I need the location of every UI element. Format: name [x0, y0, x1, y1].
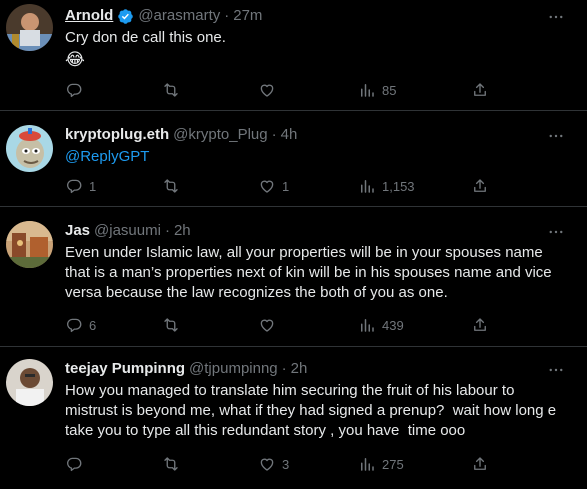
view-count: 439 — [382, 317, 404, 333]
tweet[interactable]: kryptoplug.eth @krypto_Plug · 4h @ReplyG… — [0, 111, 587, 207]
share-button[interactable] — [471, 455, 489, 473]
retweet-icon — [162, 177, 180, 195]
retweet-button[interactable] — [162, 455, 186, 473]
views-button[interactable]: 439 — [358, 316, 404, 334]
tweet[interactable]: Jas @jasuumi · 2h Even under Islamic law… — [0, 207, 587, 347]
avatar[interactable] — [6, 359, 53, 406]
reply-button[interactable]: 6 — [65, 316, 96, 334]
view-count: 275 — [382, 456, 404, 472]
views-button[interactable]: 275 — [358, 455, 404, 473]
like-button[interactable]: 3 — [258, 455, 289, 473]
like-button[interactable] — [258, 316, 282, 334]
separator: · — [224, 7, 230, 24]
retweet-icon — [162, 316, 180, 334]
tweet[interactable]: Arnold @arasmarty · 27m Cry don de call … — [0, 0, 587, 111]
reply-button[interactable] — [65, 81, 89, 99]
author-name[interactable]: Arnold — [65, 6, 113, 26]
retweet-button[interactable] — [162, 316, 186, 334]
reply-button[interactable] — [65, 455, 89, 473]
share-icon — [471, 177, 489, 195]
retweet-button[interactable] — [162, 177, 186, 195]
author-handle[interactable]: @jasuumi — [94, 221, 161, 241]
like-icon — [258, 455, 276, 473]
views-icon — [358, 316, 376, 334]
reply-icon — [65, 455, 83, 473]
timestamp[interactable]: 2h — [174, 221, 191, 241]
author-handle[interactable]: @arasmarty — [138, 6, 220, 26]
timestamp[interactable]: 4h — [281, 125, 298, 145]
separator: · — [271, 126, 277, 143]
tweet[interactable]: teejay Pumpinng @tjpumpinng · 2h How you… — [0, 347, 587, 489]
reply-count: 1 — [89, 178, 97, 194]
timestamp[interactable]: 2h — [291, 359, 308, 379]
views-icon — [358, 177, 376, 195]
retweet-icon — [162, 455, 180, 473]
views-button[interactable]: 1,153 — [358, 177, 415, 195]
tweet-text: How you managed to translate him securin… — [65, 382, 557, 439]
like-button[interactable] — [258, 81, 282, 99]
view-count: 85 — [382, 82, 397, 98]
share-icon — [471, 316, 489, 334]
tweet-text: Even under Islamic law, all your propert… — [65, 244, 552, 301]
like-icon — [258, 316, 276, 334]
share-icon — [471, 81, 489, 99]
tweet-text: Cry don de call this one. — [65, 29, 226, 46]
separator: · — [164, 222, 170, 239]
author-handle[interactable]: @tjpumpinng — [189, 359, 278, 379]
more-icon[interactable] — [545, 125, 567, 147]
retweet-icon — [162, 81, 180, 99]
like-count: 3 — [282, 456, 290, 472]
more-icon[interactable] — [545, 6, 567, 28]
mention-link[interactable]: @ReplyGPT — [65, 147, 573, 167]
views-icon — [358, 455, 376, 473]
retweet-button[interactable] — [162, 81, 186, 99]
like-icon — [258, 81, 276, 99]
timestamp[interactable]: 27m — [233, 6, 262, 26]
like-icon — [258, 177, 276, 195]
like-button[interactable]: 1 — [258, 177, 289, 195]
share-button[interactable] — [471, 316, 489, 334]
reply-button[interactable]: 1 — [65, 177, 96, 195]
avatar[interactable] — [6, 221, 53, 268]
reply-count: 6 — [89, 317, 97, 333]
share-button[interactable] — [471, 177, 489, 195]
share-icon — [471, 455, 489, 473]
author-name[interactable]: teejay Pumpinng — [65, 359, 185, 379]
share-button[interactable] — [471, 81, 489, 99]
author-name[interactable]: kryptoplug.eth — [65, 125, 169, 145]
like-count: 1 — [282, 178, 290, 194]
emoji: 😂 — [65, 50, 85, 69]
reply-icon — [65, 316, 83, 334]
author-handle[interactable]: @krypto_Plug — [173, 125, 267, 145]
avatar[interactable] — [6, 125, 53, 172]
avatar[interactable] — [6, 4, 53, 51]
author-name[interactable]: Jas — [65, 221, 90, 241]
views-icon — [358, 81, 376, 99]
views-button[interactable]: 85 — [358, 81, 396, 99]
view-count: 1,153 — [382, 178, 415, 194]
reply-icon — [65, 177, 83, 195]
separator: · — [281, 360, 287, 377]
verified-badge-icon — [117, 8, 134, 25]
reply-icon — [65, 81, 83, 99]
more-icon[interactable] — [545, 221, 567, 243]
more-icon[interactable] — [545, 359, 567, 381]
